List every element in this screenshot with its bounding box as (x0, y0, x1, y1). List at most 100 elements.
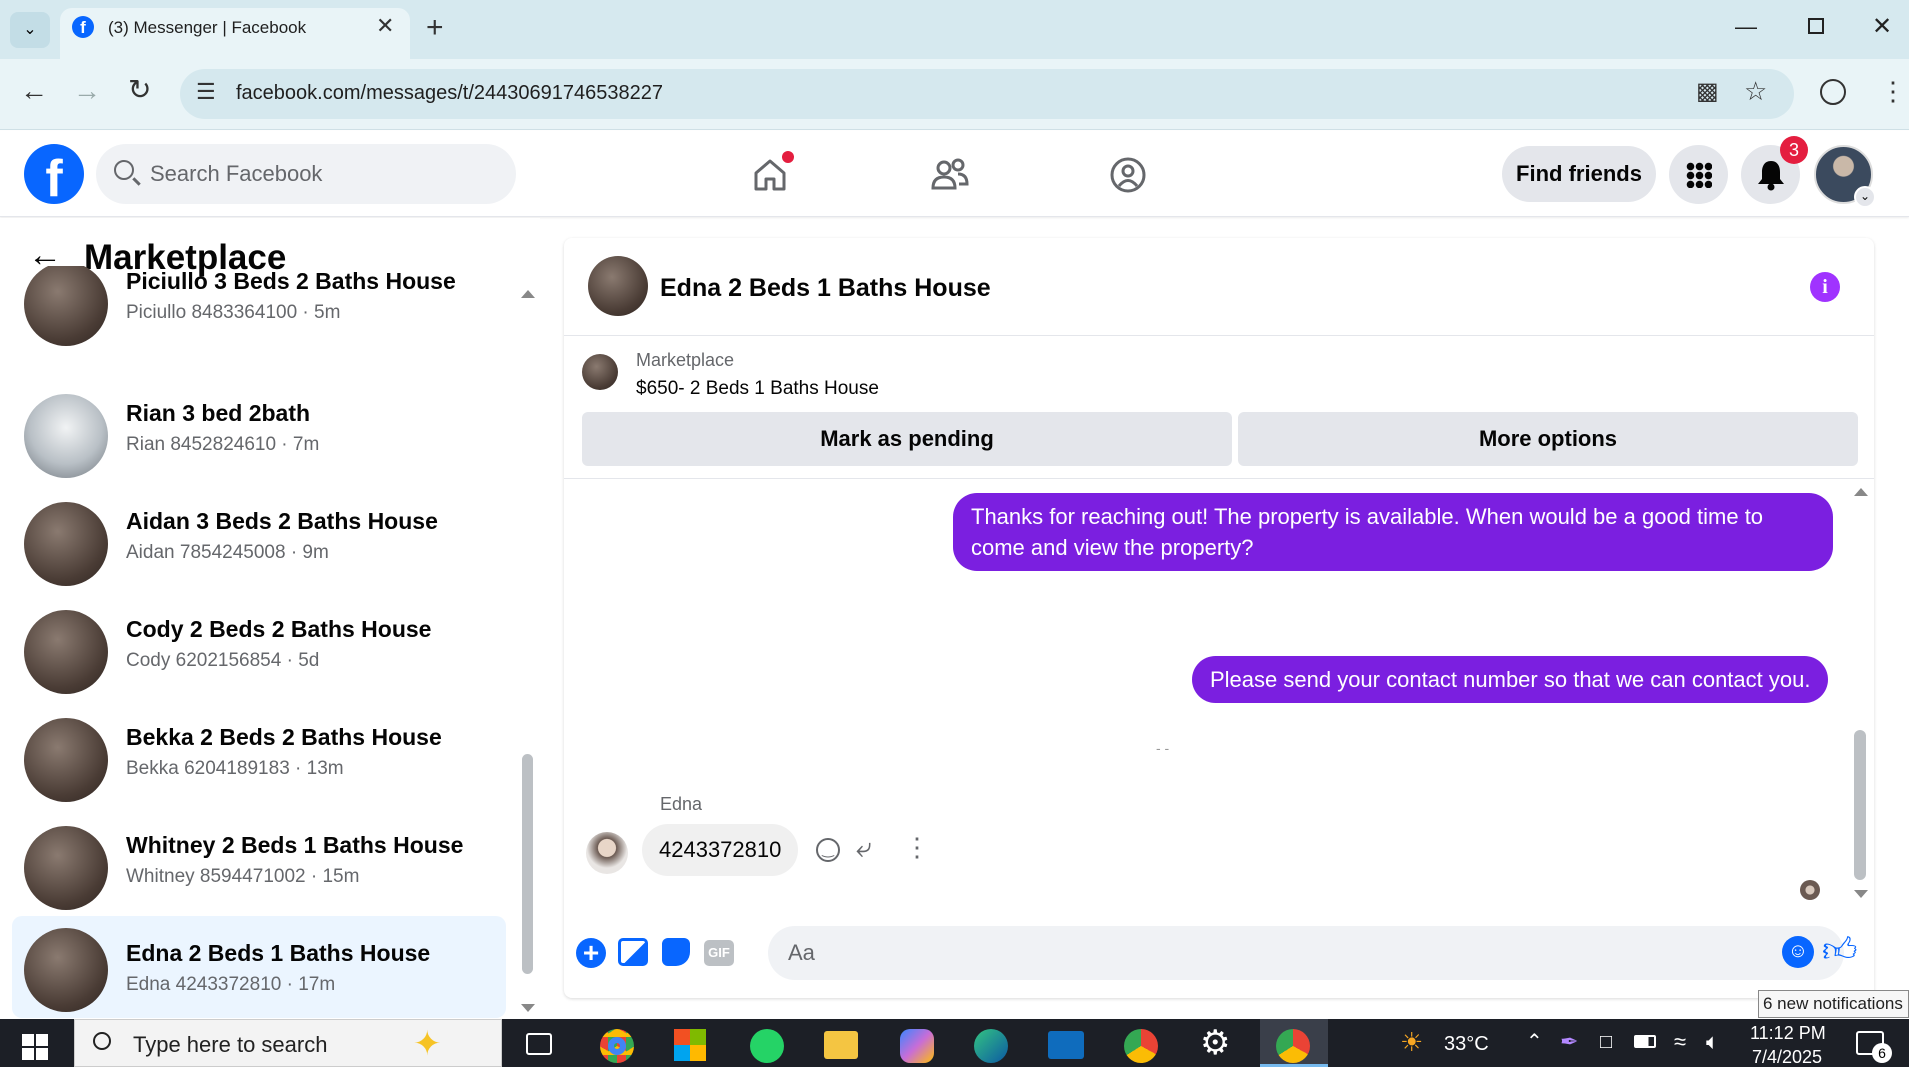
install-app-icon[interactable]: ▩ (1696, 77, 1719, 106)
volume-icon[interactable]: 🔈︎ (1706, 1029, 1719, 1055)
bell-icon (1758, 161, 1784, 191)
conversation-title: Cody 2 Beds 2 Baths House (126, 616, 432, 642)
chat-title[interactable]: Edna 2 Beds 1 Baths House (660, 274, 991, 303)
conversation-title: Bekka 2 Beds 2 Baths House (126, 724, 442, 750)
account-chevron-icon[interactable]: ⌄ (1854, 186, 1876, 208)
nav-friends[interactable] (920, 151, 980, 201)
conversation-title: Piciullo 3 Beds 2 Baths House (126, 268, 456, 294)
thumbs-up-icon[interactable]: 👍︎ (1822, 930, 1858, 971)
scroll-up-arrow-icon[interactable] (521, 290, 535, 298)
restore-icon[interactable] (1808, 18, 1824, 34)
conversation-item[interactable]: Piciullo 3 Beds 2 Baths House Piciullo 8… (12, 266, 506, 346)
start-button[interactable] (22, 1034, 48, 1060)
gif-icon[interactable]: GIF (704, 940, 734, 966)
chat-header-avatar[interactable] (588, 256, 648, 316)
new-tab-icon[interactable]: + (426, 11, 444, 45)
conversation-title: Rian 3 bed 2bath (126, 400, 311, 426)
conversation-avatar (24, 394, 108, 478)
meet-now-icon[interactable]: □ (1600, 1031, 1612, 1054)
forward-icon[interactable]: → (73, 75, 101, 107)
emoji-icon[interactable]: ☺ (1782, 936, 1814, 968)
facebook-header: f Search Facebook Find friends 3 ⌄ (0, 131, 1909, 217)
whatsapp-taskbar-icon[interactable] (750, 1029, 784, 1063)
conversation-subtitle: Cody 6202156854 · 5d (126, 650, 320, 671)
chrome-taskbar-icon[interactable] (600, 1029, 634, 1063)
temperature-text[interactable]: 33°C (1444, 1033, 1489, 1056)
react-emoji-icon[interactable]: ‿ (816, 838, 840, 862)
address-bar[interactable]: ☰ facebook.com/messages/t/24430691746538… (180, 69, 1794, 119)
clock-time[interactable]: 11:12 PM (1750, 1023, 1826, 1044)
copilot-taskbar-icon[interactable] (900, 1029, 934, 1063)
facebook-logo-icon[interactable]: f (24, 144, 84, 204)
reply-icon[interactable]: ⤶ (856, 832, 872, 865)
browser-tab-strip: ⌄ f (3) Messenger | Facebook ✕ + — ✕ (0, 0, 1909, 59)
conversation-item[interactable]: Whitney 2 Beds 1 Baths House Whitney 859… (12, 816, 506, 920)
battery-icon[interactable] (1634, 1035, 1656, 1048)
grid-menu-icon (1686, 162, 1712, 188)
groups-icon (1110, 157, 1146, 193)
back-icon[interactable]: ← (20, 75, 48, 107)
windows-taskbar: Type here to search ✦ ⚙ ☀ 33°C ⌃ ✒ □ ≈ 🔈… (0, 1019, 1909, 1067)
search-facebook-input[interactable]: Search Facebook (96, 144, 516, 204)
conversation-item[interactable]: Bekka 2 Beds 2 Baths House Bekka 6204189… (12, 708, 506, 812)
mail-taskbar-icon[interactable] (1048, 1031, 1084, 1059)
file-explorer-taskbar-icon[interactable] (824, 1031, 858, 1059)
browser-menu-icon[interactable]: ⋮ (1880, 76, 1906, 107)
sidebar-scrollbar-thumb[interactable] (522, 754, 533, 974)
conversation-title: Edna 2 Beds 1 Baths House (126, 940, 431, 966)
taskbar-search-box[interactable]: Type here to search ✦ (74, 1019, 502, 1067)
close-window-icon[interactable]: ✕ (1872, 12, 1892, 41)
chat-scrollbar-thumb[interactable] (1854, 730, 1866, 880)
info-icon[interactable]: i (1810, 272, 1840, 302)
bookmark-star-icon[interactable]: ☆ (1744, 76, 1767, 107)
sticker-icon[interactable] (662, 938, 690, 966)
find-friends-button[interactable]: Find friends (1502, 146, 1656, 202)
conversation-avatar (24, 718, 108, 802)
outgoing-message[interactable]: Please send your contact number so that … (1192, 656, 1829, 703)
settings-gear-icon[interactable]: ⚙ (1200, 1023, 1230, 1063)
scroll-down-arrow-icon[interactable] (521, 1004, 535, 1012)
listing-source: Marketplace (636, 350, 735, 370)
reload-icon[interactable]: ↻ (128, 73, 151, 106)
photo-icon[interactable] (618, 938, 648, 966)
chrome-profile-taskbar-icon[interactable] (1124, 1029, 1158, 1063)
menu-button[interactable] (1669, 145, 1728, 204)
more-actions-icon[interactable]: ⋮ (904, 832, 930, 863)
conversation-title: Whitney 2 Beds 1 Baths House (126, 832, 464, 858)
chat-scroll-up-icon[interactable] (1854, 488, 1868, 496)
add-attachment-icon[interactable]: + (576, 938, 606, 968)
sender-name: Edna (660, 794, 703, 814)
wifi-icon[interactable]: ≈ (1674, 1029, 1686, 1055)
tab-search-button[interactable]: ⌄ (10, 12, 50, 48)
mark-as-pending-button[interactable]: Mark as pending (582, 412, 1232, 466)
outgoing-message[interactable]: Thanks for reaching out! The property is… (953, 493, 1833, 571)
nav-groups[interactable] (1098, 151, 1158, 201)
more-options-button[interactable]: More options (1238, 412, 1858, 466)
nav-home[interactable] (740, 151, 800, 201)
site-settings-icon[interactable]: ☰ (196, 79, 216, 105)
show-hidden-icons-icon[interactable]: ⌃ (1526, 1029, 1543, 1054)
facebook-favicon-icon: f (72, 16, 94, 38)
close-tab-icon[interactable]: ✕ (376, 13, 394, 39)
store-taskbar-icon[interactable] (674, 1029, 706, 1061)
conversation-avatar (24, 502, 108, 586)
browser-tab-active[interactable]: f (3) Messenger | Facebook ✕ (60, 8, 410, 59)
profile-icon[interactable] (1820, 79, 1846, 105)
listing-thumbnail[interactable] (582, 354, 618, 390)
conversation-item-selected[interactable]: Edna 2 Beds 1 Baths House Edna 424337281… (12, 916, 506, 1018)
edge-taskbar-icon[interactable] (974, 1029, 1008, 1063)
listing-text[interactable]: $650- 2 Beds 1 Baths House (636, 378, 879, 400)
message-input[interactable]: Aa ☺ (768, 926, 1844, 980)
sender-avatar[interactable] (586, 832, 628, 874)
search-icon (114, 160, 134, 180)
conversation-item[interactable]: Cody 2 Beds 2 Baths House Cody 620215685… (12, 600, 506, 704)
conversation-item[interactable]: Aidan 3 Beds 2 Baths House Aidan 7854245… (12, 492, 506, 596)
pen-icon[interactable]: ✒ (1560, 1029, 1578, 1055)
clock-date[interactable]: 7/4/2025 (1752, 1047, 1822, 1067)
incoming-message[interactable]: 4243372810 (642, 824, 799, 876)
minimize-icon[interactable]: — (1735, 14, 1757, 40)
conversation-item[interactable]: Rian 3 bed 2bath Rian 8452824610 · 7m (12, 384, 506, 488)
task-view-icon[interactable] (526, 1033, 552, 1055)
chat-scroll-down-icon[interactable] (1854, 890, 1868, 898)
weather-icon[interactable]: ☀ (1400, 1027, 1423, 1058)
